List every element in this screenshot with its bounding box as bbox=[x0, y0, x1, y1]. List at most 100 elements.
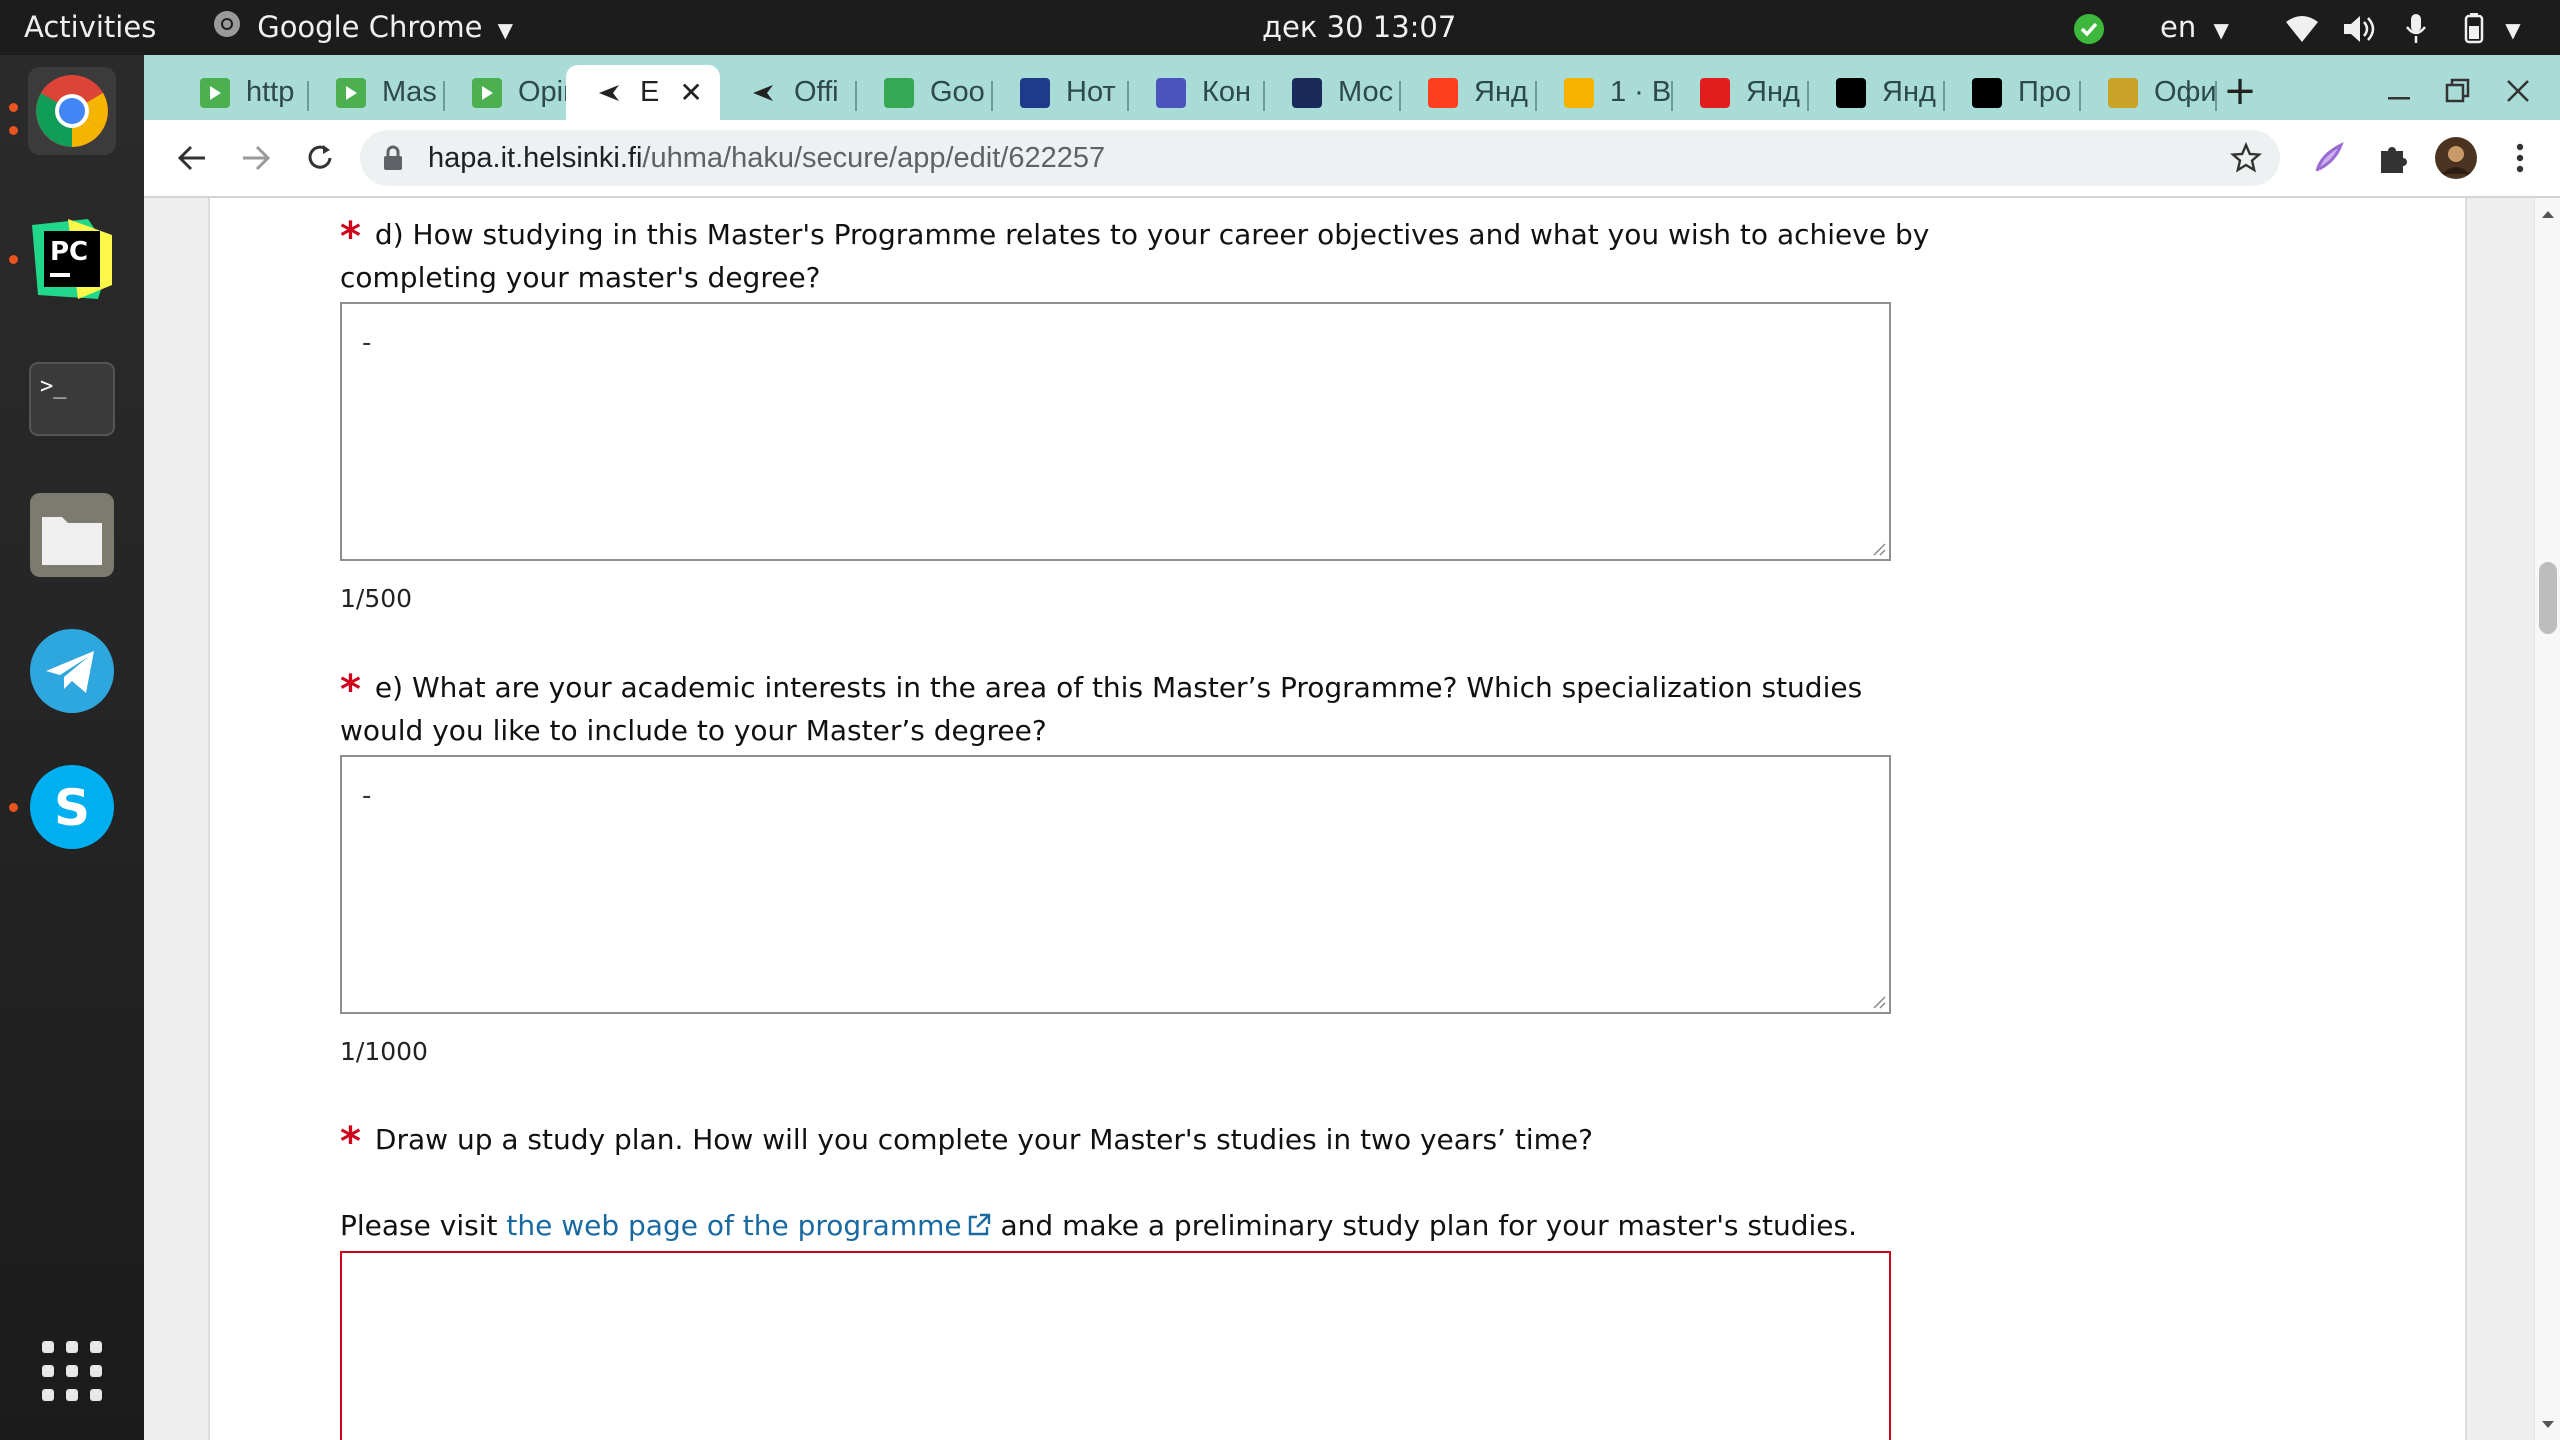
bookmark-star-icon[interactable] bbox=[2229, 141, 2263, 178]
tab-label: Opir bbox=[518, 76, 573, 108]
dock-pycharm[interactable]: PC bbox=[28, 215, 116, 303]
chrome-menu-icon[interactable] bbox=[2496, 134, 2544, 182]
tab-label: 1 · В bbox=[1610, 76, 1672, 108]
scroll-down-arrow-icon[interactable] bbox=[2541, 1415, 2555, 1434]
battery-icon[interactable]: ▼ bbox=[2456, 0, 2521, 55]
shield-check-icon[interactable] bbox=[2072, 0, 2106, 55]
green-play-favicon-icon bbox=[200, 77, 230, 108]
tab[interactable]: Янд bbox=[1400, 65, 1536, 120]
dock-telegram[interactable] bbox=[28, 627, 116, 715]
helsinki-favicon-icon bbox=[748, 78, 778, 108]
files-icon bbox=[30, 493, 114, 577]
feather-extension-icon[interactable] bbox=[2304, 134, 2352, 182]
tab-label: http bbox=[246, 76, 295, 108]
question-d-textarea[interactable]: - bbox=[340, 302, 1891, 561]
forward-button[interactable] bbox=[232, 134, 280, 182]
tab-strip: http Mas Opir E ✕ Offi Goo Нот Кон Мос Янд 1 · В Янд… bbox=[144, 55, 2560, 120]
helsinki-favicon-icon bbox=[594, 78, 624, 108]
resize-grip-icon[interactable] bbox=[1870, 993, 1886, 1009]
teams-favicon-icon bbox=[1156, 77, 1186, 108]
volume-icon[interactable] bbox=[2342, 0, 2376, 55]
address-bar[interactable]: hapa.it.helsinki.fi/uhma/haku/secure/app… bbox=[360, 130, 2280, 186]
running-indicator bbox=[9, 255, 18, 264]
tab[interactable]: Мос bbox=[1264, 65, 1400, 120]
skype-icon: S bbox=[30, 765, 114, 849]
tab-label: Mas bbox=[382, 76, 437, 108]
study-plan-instruction: Please visit the web page of the program… bbox=[340, 1204, 1930, 1247]
study-plan-question: * Draw up a study plan. How will you comp… bbox=[340, 1115, 1930, 1164]
window-close-button[interactable] bbox=[2494, 67, 2542, 115]
study-plan-textarea[interactable] bbox=[340, 1251, 1891, 1440]
skype-label: S bbox=[54, 779, 90, 837]
question-d-value: - bbox=[362, 328, 372, 358]
green-play-favicon-icon bbox=[472, 77, 502, 108]
tab[interactable]: Офи bbox=[2080, 65, 2216, 120]
tab-label: Offi bbox=[794, 76, 839, 108]
system-top-bar: Activities Google Chrome ▼ дек 30 13:07 … bbox=[0, 0, 2560, 55]
tab[interactable]: Offi bbox=[720, 65, 856, 120]
required-marker: * bbox=[340, 667, 361, 713]
chevron-down-icon: ▼ bbox=[497, 18, 514, 42]
minimize-button[interactable] bbox=[2374, 67, 2422, 115]
wifi-icon[interactable] bbox=[2284, 0, 2320, 55]
dock-terminal[interactable]: >_ bbox=[28, 355, 116, 443]
tab-label: Янд bbox=[1474, 76, 1528, 108]
programme-link-text: the web page of the programme bbox=[506, 1209, 962, 1242]
new-tab-button[interactable]: + bbox=[2216, 67, 2264, 115]
dock-chrome[interactable] bbox=[28, 67, 116, 155]
chevron-down-icon: ▼ bbox=[2213, 18, 2229, 42]
dock-files[interactable] bbox=[28, 491, 116, 579]
required-marker: * bbox=[340, 214, 361, 260]
terminal-icon: >_ bbox=[29, 362, 115, 436]
app-grid-icon[interactable] bbox=[28, 1327, 116, 1415]
clock[interactable]: дек 30 13:07 bbox=[1262, 0, 1456, 55]
tab-label: Goo bbox=[930, 76, 985, 108]
dock-skype[interactable]: S bbox=[28, 763, 116, 851]
resize-grip-icon[interactable] bbox=[1870, 540, 1886, 556]
browser-toolbar: hapa.it.helsinki.fi/uhma/haku/secure/app… bbox=[144, 120, 2560, 198]
green-play-favicon-icon bbox=[336, 77, 366, 108]
page-scrollbar[interactable] bbox=[2534, 198, 2560, 1440]
profile-avatar[interactable] bbox=[2432, 134, 2480, 182]
tab-label: Кон bbox=[1202, 76, 1252, 108]
scrollbar-thumb[interactable] bbox=[2539, 562, 2557, 634]
tab[interactable]: Mas bbox=[308, 65, 444, 120]
tab-label: Янд bbox=[1746, 76, 1800, 108]
tab-active[interactable]: E ✕ bbox=[566, 65, 720, 120]
tab[interactable]: 1 · В bbox=[1536, 65, 1672, 120]
app-menu[interactable]: Google Chrome ▼ bbox=[212, 0, 513, 55]
activities-button[interactable]: Activities bbox=[24, 0, 156, 55]
question-e-textarea[interactable]: - bbox=[340, 755, 1891, 1014]
tab[interactable]: Goo bbox=[856, 65, 992, 120]
instruction-after: and make a preliminary study plan for yo… bbox=[991, 1209, 1858, 1242]
extensions-puzzle-icon[interactable] bbox=[2368, 134, 2416, 182]
question-d-text: d) How studying in this Master's Program… bbox=[340, 218, 1930, 294]
tab[interactable]: Нот bbox=[992, 65, 1128, 120]
black-square-favicon-icon bbox=[1972, 77, 2002, 108]
crest-favicon-icon bbox=[2108, 77, 2138, 108]
question-d: * d) How studying in this Master's Progra… bbox=[340, 210, 1930, 299]
tab-label: Про bbox=[2018, 76, 2072, 108]
chevron-down-icon: ▼ bbox=[2505, 18, 2521, 42]
language-indicator[interactable]: en ▼ bbox=[2160, 0, 2229, 55]
tab[interactable]: Кон bbox=[1128, 65, 1264, 120]
blue-grid-favicon-icon bbox=[1020, 77, 1050, 108]
tab-close-icon[interactable]: ✕ bbox=[679, 76, 702, 109]
microphone-icon[interactable] bbox=[2404, 0, 2428, 55]
restore-button[interactable] bbox=[2434, 67, 2482, 115]
lock-icon[interactable] bbox=[382, 145, 404, 175]
tab[interactable]: Янд bbox=[1672, 65, 1808, 120]
tab[interactable]: Янд bbox=[1808, 65, 1944, 120]
required-marker: * bbox=[340, 1119, 361, 1165]
app-name: Google Chrome bbox=[257, 10, 483, 44]
programme-web-page-link[interactable]: the web page of the programme bbox=[506, 1209, 991, 1242]
tab[interactable]: http bbox=[172, 65, 308, 120]
scroll-up-arrow-icon[interactable] bbox=[2541, 204, 2555, 223]
mail-favicon-icon bbox=[1564, 77, 1594, 108]
tab[interactable]: Про bbox=[1944, 65, 2080, 120]
back-button[interactable] bbox=[168, 134, 216, 182]
chrome-small-icon bbox=[212, 2, 242, 57]
reload-button[interactable] bbox=[296, 134, 344, 182]
tab[interactable]: Opir bbox=[444, 65, 580, 120]
question-e-counter: 1/1000 bbox=[340, 1037, 428, 1066]
